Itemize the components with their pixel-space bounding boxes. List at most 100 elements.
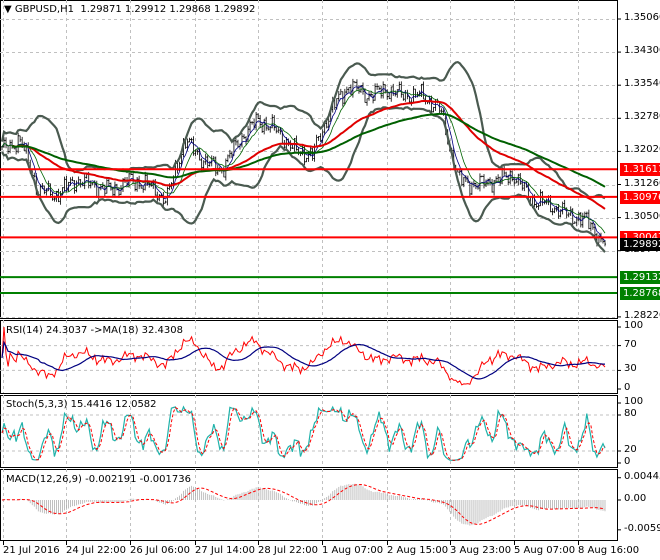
price-bar [509,168,512,185]
level-tag: 1.28768 [620,287,660,301]
price-bar [19,135,22,143]
price-bar [597,234,600,244]
price-bar [368,91,371,101]
price-bar [561,201,564,215]
price-bar [478,173,481,192]
price-bar [573,221,576,224]
price-label: 1.32780 [624,111,660,123]
price-bar [589,221,592,232]
price-bar [305,157,308,163]
price-label: 1.32020 [624,144,660,156]
price-bar [317,135,320,141]
price-bar [77,176,80,186]
indicator-axis-label: 20 [624,444,637,455]
price-bar [380,85,383,99]
price-bar [214,156,217,177]
price-bar [192,136,195,156]
price-bar [176,161,179,174]
price-bar [226,154,229,163]
rsi-ma-line [1,340,605,380]
time-label: 21 Jul 2016 [3,545,60,556]
price-bar [480,175,483,178]
price-bar [378,85,381,90]
indicator-axis-label: 0 [624,382,631,393]
price-bar [63,176,66,191]
price-bar [567,212,570,218]
price-bar [255,112,258,131]
price-bar [261,122,264,133]
time-label: 26 Jul 06:00 [130,545,190,556]
price-bar [132,171,135,185]
price-bar [553,207,556,214]
price-bar [339,88,342,95]
price-bar [5,137,8,149]
price-bar [277,126,280,134]
price-bar [388,93,391,100]
price-bar [523,181,526,192]
close-value: 1.29892 [213,4,256,15]
time-label: 5 Aug 07:00 [514,545,576,556]
price-bar [9,139,12,154]
panel-border-0 [0,0,618,319]
time-label: 28 Jul 22:00 [258,545,318,556]
price-bar [251,121,254,125]
symbol-title: GBPUSD,H1 [14,4,74,15]
price-bar [493,179,496,196]
price-bar [396,89,399,98]
price-bar [168,183,171,191]
indicator-axis-label: 0 [624,456,631,467]
indicator-axis-label: 80 [624,408,637,419]
price-bar [73,180,76,194]
indicator-axis-label: 100 [624,396,644,407]
price-bar [271,114,274,129]
price-bar [495,176,498,183]
price-bar [164,200,167,204]
rsi-title: RSI(14) 24.3037 ->MA(18) 32.4308 [6,325,183,336]
macd-title: MACD(12,26,9) -0.002191 -0.001736 [6,474,191,485]
price-bar [71,176,74,182]
price-bar [319,133,322,142]
price-bar [236,139,239,148]
time-label: 27 Jul 14:00 [195,545,255,556]
price-bar [537,203,540,210]
indicator-axis-label: 30 [624,363,637,375]
indicator-axis-label: 0.00 [624,493,647,504]
level-tag: 1.29132 [620,271,660,285]
price-bar [297,147,300,156]
price-bar [289,140,292,151]
price-bar [243,134,246,140]
price-bar [497,174,500,182]
current-price-tag: 1.29892 [620,238,660,252]
price-bar [472,180,475,188]
price-bar [97,187,100,201]
price-bar [432,106,435,113]
price-bar [188,137,191,143]
price-bar [162,192,165,207]
price-bar [202,160,205,169]
price-bar [402,93,405,101]
chart-header: ▼ GBPUSD,H1 1.29871 1.29912 1.29868 1.29… [4,4,255,15]
open-value: 1.29871 [80,4,122,15]
price-label: 1.34300 [624,45,660,57]
stoch-title: Stoch(5,3,3) 15.4416 12.0582 [6,399,157,410]
price-bar [535,203,538,209]
price-bar [113,181,116,198]
chart-window[interactable]: ▼ GBPUSD,H1 1.29871 1.29912 1.29868 1.29… [0,0,660,560]
price-bar [503,165,506,177]
price-bar [347,87,350,93]
time-label: 24 Jul 22:00 [66,545,126,556]
price-bar [7,144,10,155]
time-label: 2 Aug 15:00 [387,545,449,556]
price-bar [390,86,393,102]
price-bar [249,120,252,133]
price-bar [196,149,199,155]
price-bar [353,81,356,84]
indicator-axis-label: -0.005969 [624,522,660,534]
price-bar [105,178,108,194]
dropdown-triangle-icon[interactable]: ▼ [4,4,12,15]
price-bar [275,126,278,134]
price-bar [311,148,314,161]
indicator-axis-label: 100 [624,320,644,331]
price-bar [1,146,3,151]
price-label: 1.35060 [624,12,660,23]
